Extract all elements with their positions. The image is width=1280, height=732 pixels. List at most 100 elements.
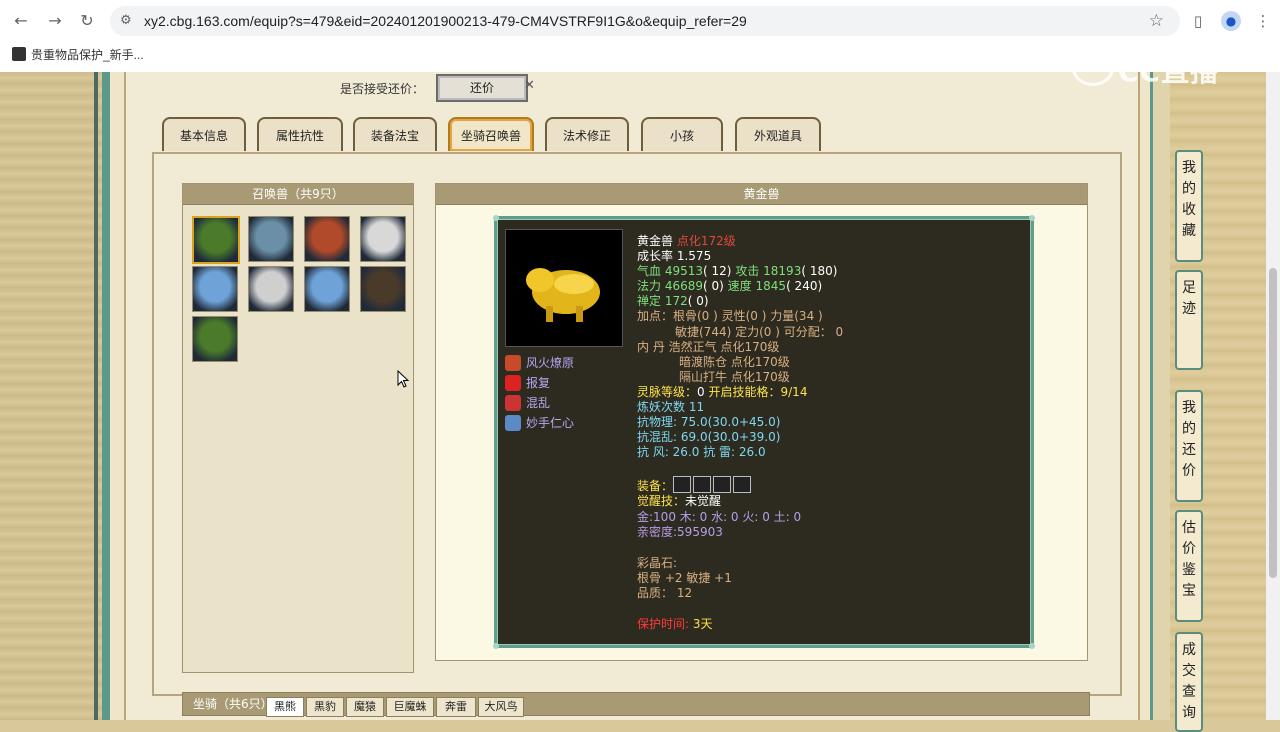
side-button[interactable]: 估价鉴宝 xyxy=(1175,510,1203,622)
atk-label: 攻击 xyxy=(735,264,760,279)
ice-spirit-icon[interactable] xyxy=(192,266,238,312)
side-button-char: 查 xyxy=(1182,684,1196,700)
equip-slot-icon[interactable] xyxy=(713,476,732,494)
equip-label: 装备： xyxy=(637,479,674,494)
black-yak-icon[interactable] xyxy=(360,266,406,312)
tab[interactable]: 坐骑召唤兽 xyxy=(448,117,534,151)
bookmark-favicon-icon xyxy=(12,47,26,61)
side-button[interactable]: 成交查询 xyxy=(1175,632,1203,732)
side-button-char: 价 xyxy=(1182,541,1196,557)
side-panel-icon[interactable]: ▯ xyxy=(1187,10,1209,32)
green-goblin-icon[interactable] xyxy=(192,216,240,264)
monkey-king-icon[interactable] xyxy=(304,216,350,262)
skill-item[interactable]: 混乱 xyxy=(505,393,574,413)
tab[interactable]: 小孩 xyxy=(641,117,723,151)
neidan-item: 浩然正气 点化170级 xyxy=(668,339,780,354)
menu-dots-icon[interactable]: ⋮ xyxy=(1252,10,1274,32)
white-bear-icon[interactable] xyxy=(360,216,406,262)
scroll-thumb[interactable] xyxy=(1269,268,1277,578)
spd-extra: ( 240) xyxy=(786,279,823,294)
neidan-item: 暗渡陈仓 点化170级 xyxy=(679,354,790,369)
side-button-char: 宝 xyxy=(1182,583,1196,599)
side-button[interactable]: 足迹 xyxy=(1175,270,1203,370)
left-decor-pillar xyxy=(0,72,110,720)
spd-label: 速度 xyxy=(727,279,752,294)
skill-icon xyxy=(505,355,521,371)
refine-value: 11 xyxy=(688,400,705,415)
armored-beast-icon[interactable] xyxy=(248,216,294,262)
zen-label: 禅定 xyxy=(637,294,662,309)
skill-item[interactable]: 妙手仁心 xyxy=(505,413,574,433)
neidan-item: 隔山打牛 点化170级 xyxy=(679,369,790,384)
equip-slot-icon[interactable] xyxy=(733,476,752,494)
side-button-char: 估 xyxy=(1182,520,1196,536)
spirit-value: 0 xyxy=(697,384,705,399)
points-line-1: 加点：根骨(0 ) 灵性(0 ) 力量(34 ) xyxy=(637,309,823,324)
pet-list-title: 召唤兽（共9只） xyxy=(183,184,413,205)
close-icon[interactable]: ✕ xyxy=(524,78,535,93)
hp-label: 气血 xyxy=(637,264,662,279)
skill-label: 报复 xyxy=(526,376,551,390)
forward-arrow-icon[interactable]: → xyxy=(44,10,66,32)
skill-item[interactable]: 风火燎原 xyxy=(505,353,574,373)
side-button-char: 收 xyxy=(1182,202,1196,218)
mount-tab[interactable]: 黑熊 xyxy=(266,697,304,717)
side-button-char: 的 xyxy=(1182,181,1196,197)
watermark-text: CC直播 xyxy=(1118,55,1220,88)
counter-offer-button[interactable]: 还价 xyxy=(436,74,528,102)
protect-value: 3天 xyxy=(692,616,713,631)
side-button-char: 还 xyxy=(1182,442,1196,458)
growth-value: 1.575 xyxy=(676,249,712,264)
mount-tab[interactable]: 巨魔蛛 xyxy=(386,697,434,717)
growth-label: 成长率 xyxy=(637,249,674,264)
equip-slot-icon[interactable] xyxy=(673,476,692,494)
side-button[interactable]: 我的收藏 xyxy=(1175,150,1203,262)
side-button-char: 我 xyxy=(1182,400,1196,416)
back-arrow-icon[interactable]: ← xyxy=(10,10,32,32)
equip-slot-icon[interactable] xyxy=(693,476,712,494)
mp-value: 46689 xyxy=(664,279,704,294)
pet-detail-title: 黄金兽 xyxy=(436,184,1087,205)
side-button[interactable]: 我的还价 xyxy=(1175,390,1203,502)
side-button-char: 迹 xyxy=(1182,301,1196,317)
site-info-icon[interactable]: ⚙ xyxy=(120,13,136,29)
skill-item[interactable]: 报复 xyxy=(505,373,574,393)
side-button-char: 询 xyxy=(1182,705,1196,721)
mount-tab[interactable]: 大风鸟 xyxy=(478,697,524,717)
side-button-char: 成 xyxy=(1182,642,1196,658)
side-button-char: 藏 xyxy=(1182,223,1196,239)
pet-name: 黄金兽 xyxy=(637,234,674,248)
bookmark-item[interactable]: 贵重物品保护_新手... xyxy=(12,46,144,64)
profile-avatar-icon[interactable]: ● xyxy=(1221,11,1241,31)
ice-spirit-icon[interactable] xyxy=(304,266,350,312)
white-goat-icon[interactable] xyxy=(248,266,294,312)
resist-physical: 抗物理: 75.0(30.0+45.0) xyxy=(637,415,781,430)
mount-tab[interactable]: 黑豹 xyxy=(306,697,344,717)
page-scrollbar[interactable] xyxy=(1266,72,1280,720)
mount-tab[interactable]: 魔猿 xyxy=(346,697,384,717)
mp-label: 法力 xyxy=(637,279,662,294)
hp-extra: ( 12) xyxy=(703,264,732,279)
reload-icon[interactable]: ↻ xyxy=(76,10,98,32)
tab[interactable]: 属性抗性 xyxy=(257,117,343,151)
skill-label: 混乱 xyxy=(526,396,551,410)
skill-slots-label: 开启技能格： xyxy=(708,384,781,399)
refine-label: 炼妖次数 xyxy=(637,400,686,415)
intimacy-line: 亲密度:595903 xyxy=(637,524,723,539)
address-bar[interactable]: ⚙ xy2.cbg.163.com/equip?s=479&eid=202401… xyxy=(110,6,1180,36)
tab[interactable]: 外观道具 xyxy=(735,117,821,151)
skill-slots-value: 9/14 xyxy=(780,384,808,399)
bookmark-label: 贵重物品保护_新手... xyxy=(31,48,144,62)
tab[interactable]: 基本信息 xyxy=(162,117,246,151)
green-goblin-icon[interactable] xyxy=(192,316,238,362)
skill-label: 风火燎原 xyxy=(526,356,575,370)
points-line-2: 敏捷(744) 定力(0 ) 可分配： 0 xyxy=(675,324,844,339)
mount-tab[interactable]: 奔雷 xyxy=(436,697,476,717)
url-text[interactable]: xy2.cbg.163.com/equip?s=479&eid=20240120… xyxy=(144,13,747,29)
bookmark-star-icon[interactable]: ☆ xyxy=(1149,11,1164,31)
skill-icon xyxy=(505,375,521,391)
side-button-char: 交 xyxy=(1182,663,1196,679)
tab[interactable]: 装备法宝 xyxy=(353,117,437,151)
mount-title: 坐骑（共6只） xyxy=(193,697,273,711)
tab[interactable]: 法术修正 xyxy=(545,117,629,151)
